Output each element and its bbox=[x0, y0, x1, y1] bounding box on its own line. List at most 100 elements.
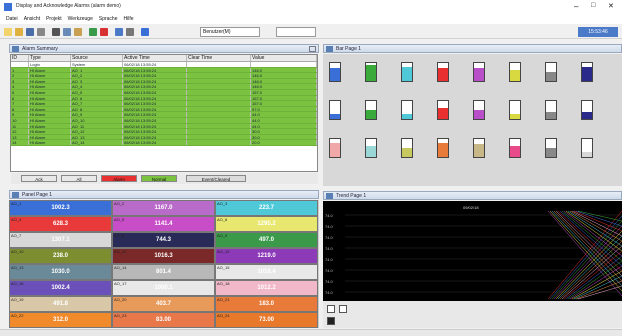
table-cell: 157.0 bbox=[251, 95, 317, 101]
value-tile[interactable]: AO_5 1141.4 bbox=[112, 216, 215, 232]
table-cell bbox=[187, 106, 251, 112]
bar-fill bbox=[402, 66, 412, 81]
legend-ack[interactable]: Ack bbox=[21, 175, 57, 182]
table-cell bbox=[187, 95, 251, 101]
value-tile[interactable]: AO_17 1000.1 bbox=[112, 280, 215, 296]
menu-item[interactable]: Sprache bbox=[99, 16, 118, 22]
bar-gauge bbox=[581, 138, 593, 158]
value-tile[interactable]: AO_16 1002.4 bbox=[9, 280, 112, 296]
y-tick-label: 74.0 bbox=[325, 268, 334, 273]
value-tile[interactable]: AO_10 238.0 bbox=[9, 248, 112, 264]
tile-value: 1219.0 bbox=[257, 253, 276, 259]
bar-fill bbox=[546, 148, 556, 157]
chart-icon[interactable] bbox=[115, 28, 123, 36]
tile-value: 238.0 bbox=[52, 253, 68, 259]
table-cell: 146.0 bbox=[251, 67, 317, 73]
table-cell: 06/02/18 13:55:24 bbox=[123, 62, 187, 67]
zoom-dropdown[interactable] bbox=[276, 27, 316, 37]
bar-gauge bbox=[401, 62, 413, 82]
legend-normal[interactable]: Normal bbox=[141, 175, 177, 182]
bar-gauge bbox=[437, 138, 449, 158]
value-tile[interactable]: AO_13 1030.0 bbox=[9, 264, 112, 280]
legend-alarm[interactable]: Alarm bbox=[101, 175, 137, 182]
tile-value: 183.0 bbox=[258, 301, 274, 307]
table-row[interactable]: 14 HI Alarm AO_14 06/02/18 13:55:24 20.0 bbox=[11, 140, 317, 146]
table-cell: 3 bbox=[11, 78, 29, 84]
bar-fill bbox=[438, 67, 448, 81]
bar-fill bbox=[546, 72, 556, 81]
menu-item[interactable]: Werkzeuge bbox=[68, 16, 93, 22]
trend-line bbox=[547, 210, 622, 300]
help-icon[interactable] bbox=[141, 28, 149, 36]
value-tile[interactable]: AO_20 403.7 bbox=[112, 296, 215, 312]
trend-zoom-in-button[interactable] bbox=[327, 305, 335, 313]
open-icon[interactable] bbox=[15, 28, 23, 36]
column-header[interactable]: Source bbox=[71, 55, 123, 61]
trend-line bbox=[565, 255, 622, 300]
table-cell bbox=[187, 89, 251, 95]
value-tile[interactable]: AO_9 497.0 bbox=[215, 232, 318, 248]
cut-icon[interactable] bbox=[52, 28, 60, 36]
table-cell: 146.0 bbox=[251, 73, 317, 78]
table-cell: 44.0 bbox=[251, 123, 317, 129]
trend-pause-button[interactable] bbox=[327, 317, 335, 325]
value-tile[interactable]: AO_19 491.8 bbox=[9, 296, 112, 312]
column-header[interactable]: Value bbox=[251, 55, 317, 61]
table-cell: 06/02/18 13:55:24 bbox=[123, 101, 187, 106]
table-cell: HI Alarm bbox=[29, 95, 71, 101]
table-cell: AO_11 bbox=[71, 123, 123, 129]
value-tile[interactable]: AO_2 1167.0 bbox=[112, 200, 215, 216]
stop-icon[interactable] bbox=[100, 28, 108, 36]
tile-value: 1295.2 bbox=[257, 221, 276, 227]
close-icon[interactable] bbox=[309, 46, 316, 52]
table-cell: 8 bbox=[11, 106, 29, 112]
menu-item[interactable]: Hilfe bbox=[123, 16, 133, 22]
value-tile[interactable]: AO_22 312.0 bbox=[9, 312, 112, 328]
value-tile[interactable]: AO_15 1016.4 bbox=[215, 264, 318, 280]
value-tile[interactable]: AO_6 1295.2 bbox=[215, 216, 318, 232]
value-tile[interactable]: AO_18 1012.2 bbox=[215, 280, 318, 296]
value-tile[interactable]: AO_7 1307.1 bbox=[9, 232, 112, 248]
bar-fill bbox=[366, 146, 376, 157]
column-header[interactable]: ID bbox=[11, 55, 29, 61]
legend-all[interactable]: All bbox=[61, 175, 97, 182]
menu-item[interactable]: Projekt bbox=[46, 16, 62, 22]
value-tile[interactable]: AO_1 1002.3 bbox=[9, 200, 112, 216]
minimize-icon[interactable]: – bbox=[574, 2, 578, 11]
menu-item[interactable]: Datei bbox=[6, 16, 18, 22]
column-header[interactable]: Active Time bbox=[123, 55, 187, 61]
close-icon[interactable]: ✕ bbox=[608, 2, 614, 10]
value-tile[interactable]: AO_8 744.3 bbox=[112, 232, 215, 248]
new-icon[interactable] bbox=[4, 28, 12, 36]
settings-icon[interactable] bbox=[126, 28, 134, 36]
value-tile[interactable]: AO_12 1219.0 bbox=[215, 248, 318, 264]
panel-icon bbox=[326, 46, 333, 52]
alarm-table: ID Type Source Active Time Clear Time Value L… bbox=[10, 54, 318, 172]
print-icon[interactable] bbox=[37, 28, 45, 36]
value-tile[interactable]: AO_3 223.7 bbox=[215, 200, 318, 216]
user-dropdown[interactable]: Benutzer(M) bbox=[200, 27, 260, 37]
value-tile[interactable]: AO_4 628.3 bbox=[9, 216, 112, 232]
bar-fill bbox=[330, 142, 340, 157]
column-header[interactable]: Type bbox=[29, 55, 71, 61]
trend-zoom-out-button[interactable] bbox=[339, 305, 347, 313]
copy-icon[interactable] bbox=[63, 28, 71, 36]
value-tile[interactable]: AO_14 801.4 bbox=[112, 264, 215, 280]
value-tile[interactable]: AO_23 83.00 bbox=[112, 312, 215, 328]
table-cell: HI Alarm bbox=[29, 101, 71, 106]
run-icon[interactable] bbox=[89, 28, 97, 36]
bar-fill bbox=[330, 68, 340, 81]
table-cell: 14 bbox=[11, 140, 29, 145]
table-cell: AO_5 bbox=[71, 89, 123, 95]
bar-fill bbox=[366, 110, 376, 119]
value-tile[interactable]: AO_24 73.00 bbox=[215, 312, 318, 328]
paste-icon[interactable] bbox=[74, 28, 82, 36]
value-tile[interactable]: AO_21 183.0 bbox=[215, 296, 318, 312]
maximize-icon[interactable]: □ bbox=[591, 2, 595, 9]
menu-item[interactable]: Ansicht bbox=[24, 16, 40, 22]
tile-value: 1167.0 bbox=[154, 205, 173, 211]
legend-event-cleared[interactable]: Event/Cleared bbox=[186, 175, 246, 182]
value-tile[interactable]: AO_11 1016.3 bbox=[112, 248, 215, 264]
save-icon[interactable] bbox=[26, 28, 34, 36]
column-header[interactable]: Clear Time bbox=[187, 55, 251, 61]
